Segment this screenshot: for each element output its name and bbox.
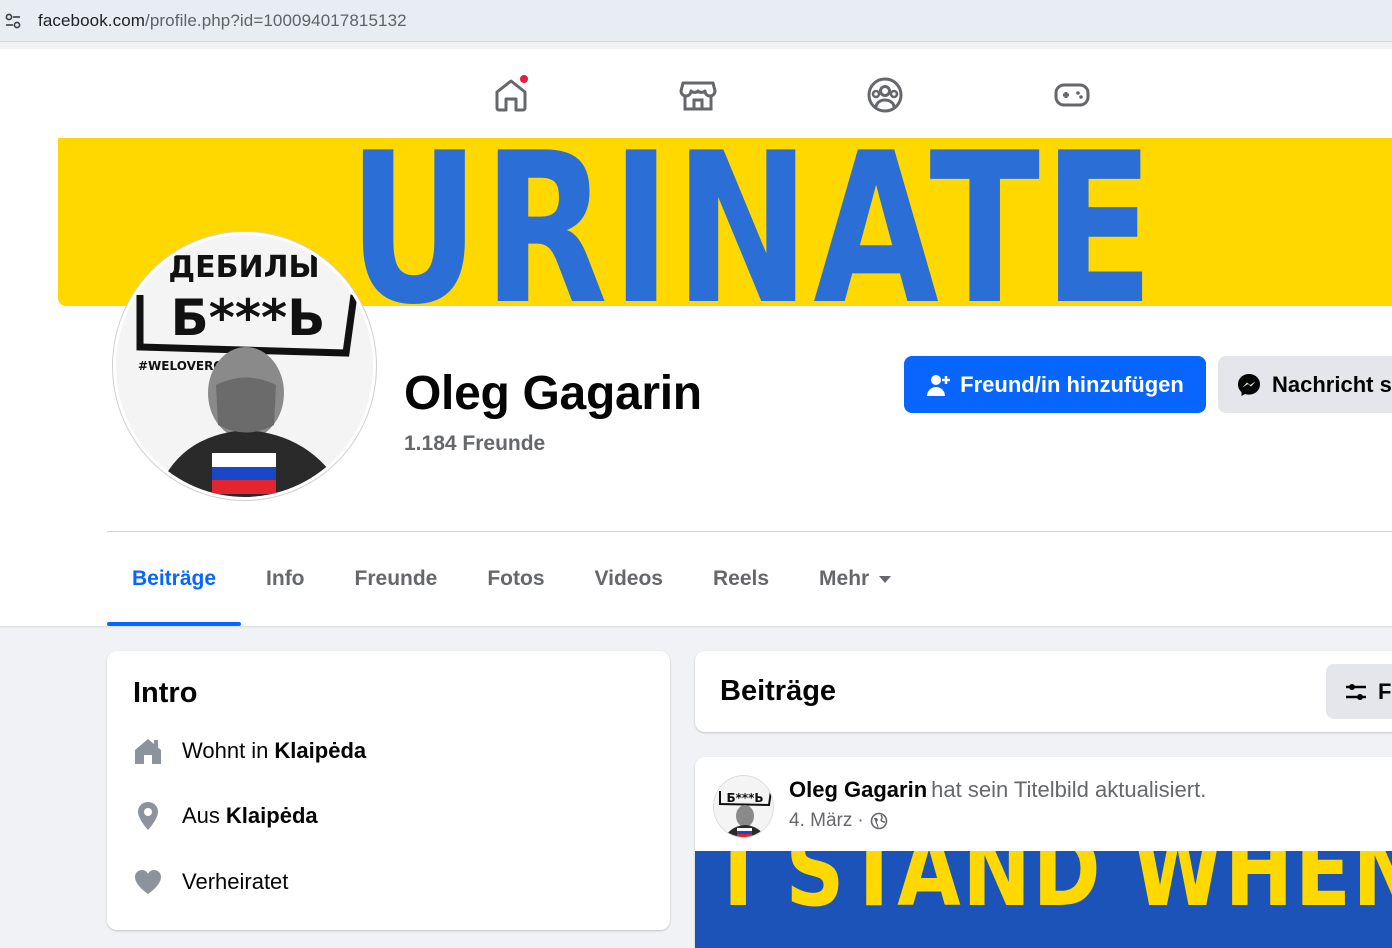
posts-header-card: Beiträge F <box>695 651 1392 732</box>
message-label: Nachricht s <box>1272 371 1392 397</box>
filter-label: F <box>1378 678 1392 704</box>
friends-count[interactable]: 1.184 Freunde <box>404 432 545 456</box>
avatar-main-text: Б***Ь <box>171 289 326 347</box>
home-icon <box>131 734 165 768</box>
add-friend-button[interactable]: Freund/in hinzufügen <box>904 356 1206 413</box>
tab-freunde[interactable]: Freunde <box>330 548 463 610</box>
globe-icon[interactable] <box>870 812 888 830</box>
intro-row-from: Aus Klaipėda <box>131 799 318 833</box>
nav-groups[interactable] <box>863 73 907 117</box>
url-text[interactable]: facebook.com/profile.php?id=100094017815… <box>38 11 407 31</box>
message-button[interactable]: Nachricht s <box>1218 356 1392 413</box>
tab-info[interactable]: Info <box>241 548 329 610</box>
tab-label: Fotos <box>487 567 545 590</box>
post-author[interactable]: Oleg Gagarin <box>789 777 927 802</box>
url-domain: facebook.com <box>38 11 146 30</box>
tab-label: Videos <box>594 567 663 590</box>
profile-picture[interactable]: ДЕБИЛЫ Б***Ь #WELOVEROV <box>113 232 376 500</box>
intro-relationship: Verheiratet <box>182 869 289 894</box>
post-image-text: I STAND WHEN <box>723 851 1392 929</box>
tab-reels[interactable]: Reels <box>688 548 794 610</box>
profile-name: Oleg Gagarin <box>404 367 702 420</box>
intro-lives-prefix: Wohnt in <box>182 738 269 763</box>
intro-row-relationship: Verheiratet <box>131 865 288 899</box>
intro-card: Intro Wohnt in Klaipėda Aus Klaipėda Verhe… <box>107 651 670 930</box>
filter-sliders-icon <box>1344 680 1368 704</box>
profile-tabs: Beiträge Info Freunde Fotos Videos Reels… <box>107 548 916 626</box>
groups-icon <box>867 77 903 113</box>
caret-down-icon <box>879 575 892 583</box>
intro-row-lives-in: Wohnt in Klaipėda <box>131 734 366 768</box>
tab-label: Reels <box>713 567 770 590</box>
avatar-top-text: ДЕБИЛЫ <box>168 250 319 285</box>
tab-label: Mehr <box>819 567 870 590</box>
post-date[interactable]: 4. März <box>789 810 852 832</box>
nav-gaming[interactable] <box>1050 73 1094 117</box>
post-image[interactable]: I STAND WHEN <box>695 851 1392 948</box>
heart-icon <box>131 865 165 899</box>
tab-videos[interactable]: Videos <box>570 548 688 610</box>
posts-title: Beiträge <box>720 675 837 707</box>
post-meta-separator: · <box>857 810 864 831</box>
notification-dot <box>518 73 530 85</box>
nav-home[interactable] <box>489 73 533 117</box>
site-settings-icon[interactable] <box>2 10 24 32</box>
cover-photo-text: URINATE <box>348 138 1158 306</box>
tab-label: Beiträge <box>132 567 217 590</box>
intro-from-prefix: Aus <box>182 803 220 828</box>
intro-from-value[interactable]: Klaipėda <box>226 803 318 829</box>
messenger-icon <box>1236 372 1262 398</box>
post-headline: Oleg Gagarin hat sein Titelbild aktualisi… <box>789 777 1206 803</box>
browser-address-bar: facebook.com/profile.php?id=100094017815… <box>0 0 1392 42</box>
post-author-avatar[interactable]: Б***Ь <box>713 775 774 838</box>
location-pin-icon <box>131 799 165 833</box>
post-action: hat sein Titelbild aktualisiert. <box>931 777 1207 802</box>
add-friend-label: Freund/in hinzufügen <box>960 371 1184 397</box>
post-card: Б***Ь Oleg Gagarin hat sein Titelbild akt… <box>695 757 1392 948</box>
post-meta: 4. März · <box>789 810 888 832</box>
tab-mehr[interactable]: Mehr <box>794 548 916 610</box>
intro-lives-value[interactable]: Klaipėda <box>274 738 366 764</box>
intro-title: Intro <box>133 677 198 709</box>
tab-beitraege[interactable]: Beiträge <box>107 548 242 626</box>
gaming-icon <box>1054 83 1090 107</box>
tab-label: Info <box>266 567 305 590</box>
header-divider <box>107 531 1392 532</box>
nav-marketplace[interactable] <box>676 73 720 117</box>
profile-picture-image: ДЕБИЛЫ Б***Ь #WELOVEROV <box>116 235 373 497</box>
marketplace-icon <box>679 81 717 111</box>
svg-text:Б***Ь: Б***Ь <box>726 791 763 805</box>
add-friend-icon <box>926 372 952 398</box>
url-path: /profile.php?id=100094017815132 <box>145 11 407 30</box>
filter-button[interactable]: F <box>1326 664 1392 719</box>
top-navigation <box>0 49 1392 138</box>
tab-label: Freunde <box>354 567 438 590</box>
tab-fotos[interactable]: Fotos <box>462 548 569 610</box>
